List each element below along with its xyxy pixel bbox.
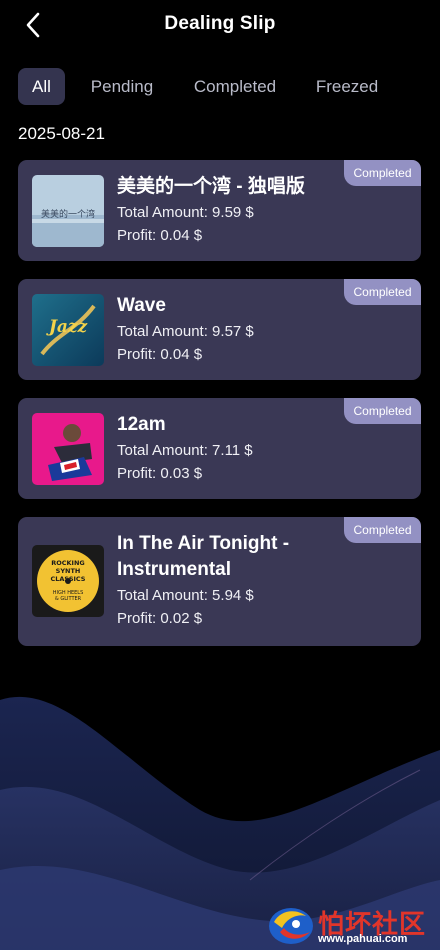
profit: Profit: 0.04 $ <box>117 227 203 244</box>
order-title: Wave <box>117 295 166 316</box>
total-amount: Total Amount: 9.59 $ <box>117 204 254 221</box>
order-card[interactable]: Completed ROCKING SYNTH CLASSICS HIGH HE… <box>18 517 421 646</box>
total-amount: Total Amount: 7.11 $ <box>117 442 253 459</box>
svg-text:ROCKING: ROCKING <box>51 559 85 567</box>
order-card[interactable]: Completed Jazz Wave Total Amount: 9.57 $… <box>18 279 421 380</box>
page-title: Dealing Slip <box>164 13 276 34</box>
album-cover-text: Jazz <box>46 317 88 337</box>
status-badge: Completed <box>344 398 421 424</box>
watermark-url: www.pahuai.com <box>318 933 408 945</box>
album-cover-text: 美美的一个湾 <box>41 208 95 220</box>
date-group-label: 2025-08-21 <box>18 124 105 143</box>
profit: Profit: 0.02 $ <box>117 610 203 627</box>
total-amount: Total Amount: 9.57 $ <box>117 323 254 340</box>
status-tabs: All Pending Completed Freezed <box>18 68 428 105</box>
header-bar: Dealing Slip <box>0 0 440 50</box>
profit: Profit: 0.03 $ <box>117 465 203 482</box>
album-cover: ROCKING SYNTH CLASSICS HIGH HEELS & GLIT… <box>32 545 104 617</box>
total-amount: Total Amount: 5.94 $ <box>117 587 254 604</box>
svg-text:SYNTH: SYNTH <box>56 567 81 575</box>
status-badge: Completed <box>344 279 421 305</box>
album-cover <box>32 413 104 485</box>
watermark-logo <box>269 908 313 944</box>
order-title: In The Air Tonight - Instrumental <box>117 533 290 580</box>
tab-pending[interactable]: Pending <box>84 68 160 105</box>
order-title: 美美的一个湾 - 独唱版 <box>117 176 305 197</box>
tab-freezed[interactable]: Freezed <box>310 68 384 105</box>
tab-all[interactable]: All <box>18 68 65 105</box>
order-title: 12am <box>117 414 166 435</box>
album-cover: 美美的一个湾 <box>32 175 104 247</box>
order-card[interactable]: Completed 12am Total Amount: 7.11 $ Prof… <box>18 398 421 499</box>
svg-text:CLASSICS: CLASSICS <box>50 575 85 583</box>
watermark: 怕坏社区 www.pahuai.com <box>266 902 438 948</box>
profit: Profit: 0.04 $ <box>117 346 203 363</box>
svg-text:& GLITTER: & GLITTER <box>55 596 82 602</box>
status-badge: Completed <box>344 517 421 543</box>
order-card[interactable]: Completed 美美的一个湾 美美的一个湾 - 独唱版 Total Amou… <box>18 160 421 261</box>
tab-completed[interactable]: Completed <box>188 68 282 105</box>
album-cover: Jazz <box>32 294 104 366</box>
